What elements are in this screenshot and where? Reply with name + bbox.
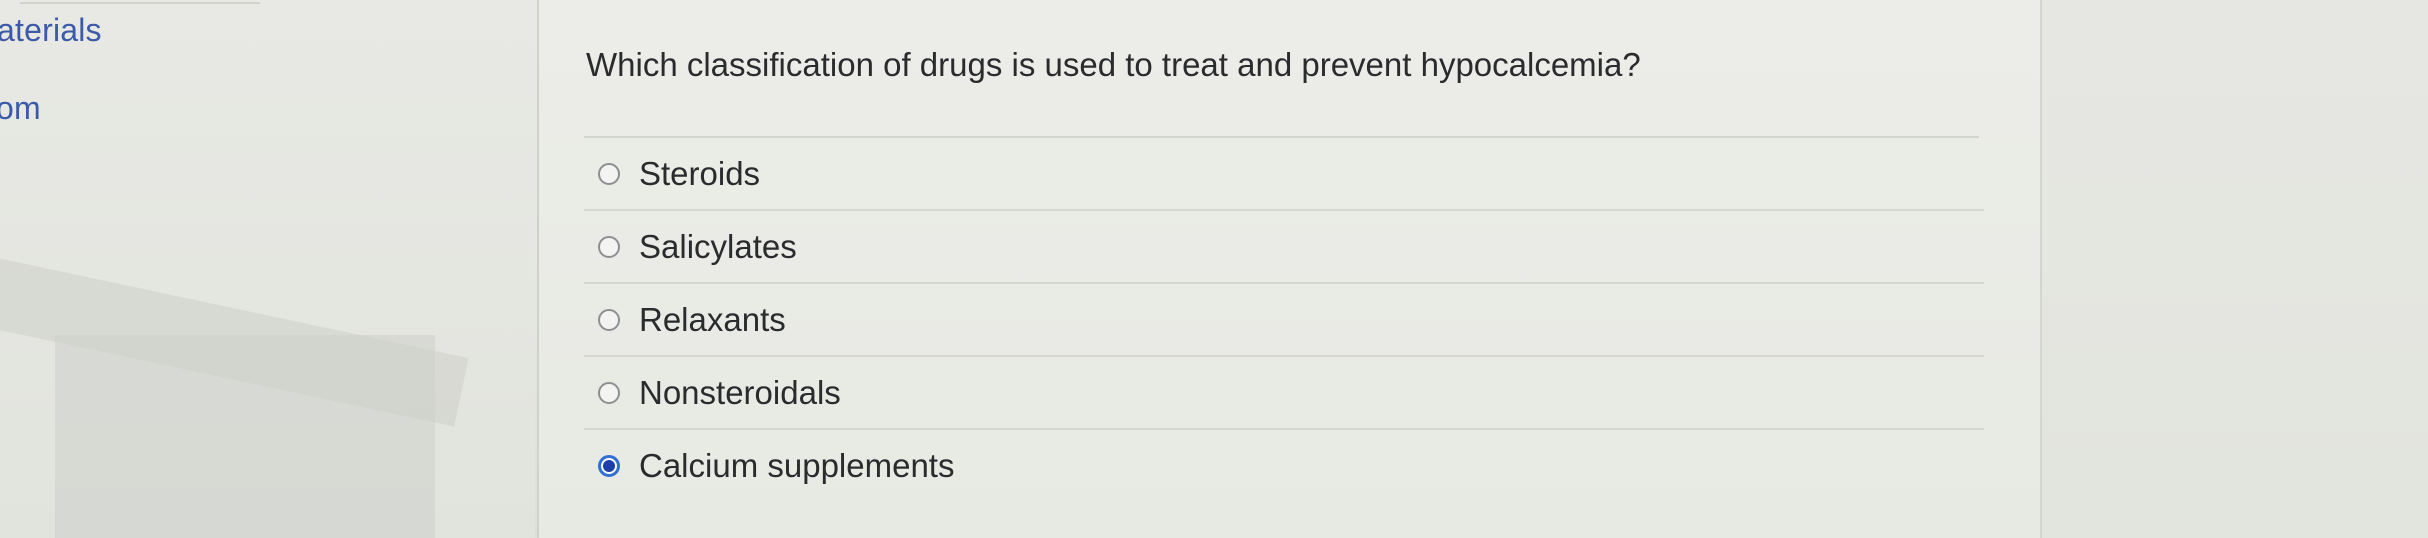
radio-button-selected-icon[interactable] bbox=[598, 454, 620, 477]
radio-button-icon[interactable] bbox=[598, 308, 620, 331]
option-calcium-supplements[interactable]: Calcium supplements bbox=[584, 430, 1984, 501]
sidebar-top-fragment bbox=[20, 0, 260, 4]
radio-button-icon[interactable] bbox=[598, 381, 620, 404]
question-card: Which classification of drugs is used to… bbox=[537, 0, 2042, 538]
option-nonsteroidals[interactable]: Nonsteroidals bbox=[584, 357, 1984, 430]
radio-button-icon[interactable] bbox=[598, 235, 620, 258]
option-relaxants[interactable]: Relaxants bbox=[584, 284, 1984, 357]
answer-options: Steroids Salicylates Relaxants Nonsteroi… bbox=[584, 138, 1984, 501]
option-label: Steroids bbox=[639, 154, 761, 192]
question-text: Which classification of drugs is used to… bbox=[586, 46, 1641, 83]
left-sidebar: aterials oom bbox=[0, 0, 535, 538]
option-steroids[interactable]: Steroids bbox=[584, 138, 1984, 211]
right-margin-area bbox=[2042, 0, 2428, 538]
sidebar-link-materials[interactable]: aterials bbox=[0, 12, 102, 49]
sidebar-link-room[interactable]: oom bbox=[0, 90, 41, 127]
option-label: Nonsteroidals bbox=[639, 373, 841, 411]
radio-button-icon[interactable] bbox=[598, 162, 620, 185]
option-salicylates[interactable]: Salicylates bbox=[584, 211, 1984, 284]
option-label: Salicylates bbox=[639, 227, 797, 265]
option-label: Relaxants bbox=[639, 300, 786, 338]
sidebar-shadow-block bbox=[55, 335, 435, 538]
option-label: Calcium supplements bbox=[639, 446, 955, 484]
